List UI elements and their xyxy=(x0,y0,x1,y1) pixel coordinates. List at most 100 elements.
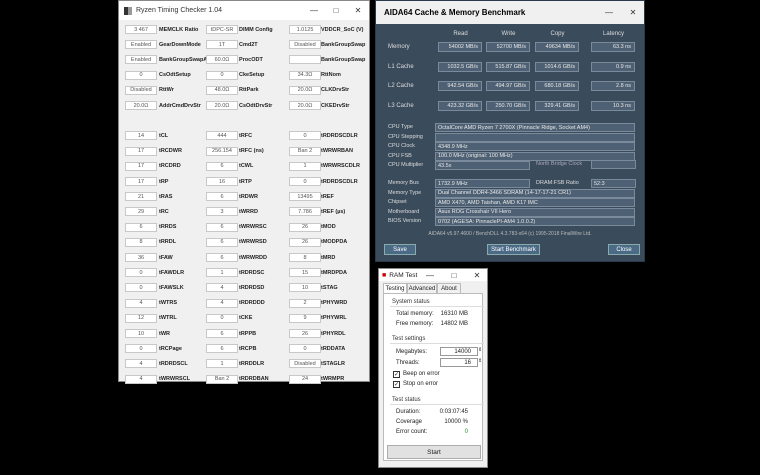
timing-value[interactable]: 1.0125 xyxy=(289,25,321,34)
timing-label: AddrCmdDrvStr xyxy=(159,102,201,109)
maximize-icon[interactable]: □ xyxy=(325,1,347,20)
timing-value[interactable]: 12 xyxy=(125,313,157,323)
timing-value[interactable] xyxy=(289,55,321,65)
mem-info-value: AMD X470, AMD Taishan, AMD K17 IMC xyxy=(435,198,635,207)
timing-value[interactable]: 26 xyxy=(289,237,321,247)
timing-value[interactable]: 6 xyxy=(206,161,238,171)
timing-value[interactable]: 2 xyxy=(289,298,321,308)
close-icon[interactable]: ✕ xyxy=(622,3,644,22)
timing-value[interactable]: 20.0Ω xyxy=(289,101,321,110)
timing-value[interactable]: 6 xyxy=(206,344,238,354)
timing-value[interactable]: 17 xyxy=(125,146,157,156)
timing-value[interactable]: 20.0Ω xyxy=(206,101,238,110)
timing-value[interactable]: Enabled xyxy=(125,40,157,50)
timing-value[interactable]: 4 xyxy=(125,359,157,369)
timing-value[interactable]: 6 xyxy=(125,222,157,232)
timing-value[interactable]: 0 xyxy=(125,344,157,354)
timing-value[interactable]: 4 xyxy=(125,298,157,308)
timing-value[interactable]: Ban 2 xyxy=(206,374,238,384)
timing-value[interactable]: 13495 xyxy=(289,192,321,202)
start-button[interactable]: Start xyxy=(387,445,481,459)
timing-value[interactable]: 17 xyxy=(125,177,157,186)
timing-value[interactable]: 60.0Ω xyxy=(206,55,238,65)
timing-value[interactable]: 1 xyxy=(289,161,321,171)
timing-value[interactable]: Disabled xyxy=(289,359,321,369)
timing-value[interactable]: 0 xyxy=(125,268,157,278)
ram-titlebar[interactable]: ■ RAM Test — □ ✕ xyxy=(379,269,487,281)
minimize-icon[interactable]: — xyxy=(421,269,439,281)
timing-value[interactable]: 21 xyxy=(125,192,157,202)
timing-value[interactable]: 10 xyxy=(125,329,157,338)
timing-value[interactable]: 14 xyxy=(125,131,157,141)
timing-value[interactable]: 3 467 xyxy=(125,25,157,34)
bench-value: 63.3 ns xyxy=(591,42,635,52)
timing-value[interactable]: 7.786 xyxy=(289,207,321,217)
nb-clock-value xyxy=(591,160,636,169)
timing-value[interactable]: 20.0Ω xyxy=(125,101,157,110)
timing-value[interactable]: 15 xyxy=(289,268,321,278)
timing-value[interactable]: 6 xyxy=(206,237,238,247)
close-icon[interactable]: ✕ xyxy=(347,1,369,20)
threads-spinner-icon[interactable]: ⇕ xyxy=(478,358,482,364)
start-benchmark-button[interactable]: Start Benchmark xyxy=(487,244,540,255)
minimize-icon[interactable]: — xyxy=(598,3,620,22)
timing-value[interactable]: 20.0Ω xyxy=(289,85,321,95)
timing-value[interactable]: 29 xyxy=(125,207,157,217)
test-settings-label: Test settings xyxy=(392,336,426,342)
timing-value[interactable]: 16 xyxy=(206,177,238,186)
maximize-icon[interactable]: □ xyxy=(445,269,463,281)
timing-value[interactable]: 1T xyxy=(206,40,238,50)
timing-value[interactable]: 1 xyxy=(206,268,238,278)
timing-value[interactable]: 26 xyxy=(289,222,321,232)
timing-value[interactable]: 8 xyxy=(289,253,321,262)
timing-value[interactable]: 36 xyxy=(125,253,157,262)
timing-value[interactable]: 0 xyxy=(125,283,157,293)
megabytes-spinner-icon[interactable]: ⇕ xyxy=(478,347,482,353)
timing-value[interactable]: Enabled xyxy=(125,55,157,65)
timing-value[interactable]: 0 xyxy=(289,131,321,141)
timing-value[interactable]: 4 xyxy=(206,298,238,308)
timing-value[interactable]: 4 xyxy=(206,283,238,293)
timing-value[interactable]: 1 xyxy=(206,359,238,369)
timing-value[interactable]: 9 xyxy=(289,313,321,323)
minimize-icon[interactable]: — xyxy=(303,1,325,20)
timing-value[interactable]: 0 xyxy=(206,313,238,323)
timing-label: tRRDS xyxy=(159,224,177,231)
tab-testing[interactable]: Testing xyxy=(383,283,407,293)
timing-value[interactable]: 256.154 xyxy=(206,146,238,156)
timing-value[interactable]: 0 xyxy=(289,177,321,186)
timing-value[interactable]: 0 xyxy=(289,344,321,354)
timing-value[interactable]: 0 xyxy=(206,70,238,80)
timing-value[interactable]: 34.3Ω xyxy=(289,70,321,80)
timing-value[interactable]: Disabled xyxy=(289,40,321,50)
timing-value[interactable]: tDPC-SR xyxy=(206,25,238,34)
megabytes-input[interactable]: 14000 xyxy=(440,347,478,356)
timing-value[interactable]: 3 xyxy=(206,207,238,217)
threads-input[interactable]: 16 xyxy=(440,358,478,367)
timing-value[interactable]: 6 xyxy=(206,253,238,262)
timing-value[interactable]: 4 xyxy=(125,374,157,384)
timing-value[interactable]: 6 xyxy=(206,222,238,232)
beep-on-error-checkbox[interactable]: ✓ xyxy=(393,371,400,378)
save-button[interactable]: Save xyxy=(384,244,416,255)
rtc-titlebar[interactable]: Ryzen Timing Checker 1.04 — □ ✕ xyxy=(119,1,369,20)
timing-value[interactable]: 48.0Ω xyxy=(206,85,238,95)
close-icon[interactable]: ✕ xyxy=(468,269,486,281)
stop-on-error-checkbox[interactable]: ✓ xyxy=(393,381,400,388)
timing-value[interactable]: 10 xyxy=(289,283,321,293)
timing-value[interactable]: 17 xyxy=(125,161,157,171)
tab-advanced[interactable]: Advanced xyxy=(407,283,437,293)
timing-value[interactable]: 6 xyxy=(206,329,238,338)
timing-value[interactable]: 8 xyxy=(125,237,157,247)
timing-value[interactable]: Ban 2 xyxy=(289,146,321,156)
timing-value[interactable]: Disabled xyxy=(125,85,157,95)
close-button[interactable]: Close xyxy=(608,244,640,255)
timing-value[interactable]: 444 xyxy=(206,131,238,141)
timing-value[interactable]: 24 xyxy=(289,374,321,384)
tab-about[interactable]: About xyxy=(437,283,461,293)
timing-value[interactable]: 0 xyxy=(125,70,157,80)
timing-value[interactable]: 26 xyxy=(289,329,321,338)
mem-info-label: Chipset xyxy=(388,199,407,205)
aida-titlebar[interactable]: AIDA64 Cache & Memory Benchmark — ✕ xyxy=(376,1,644,24)
timing-value[interactable]: 6 xyxy=(206,192,238,202)
